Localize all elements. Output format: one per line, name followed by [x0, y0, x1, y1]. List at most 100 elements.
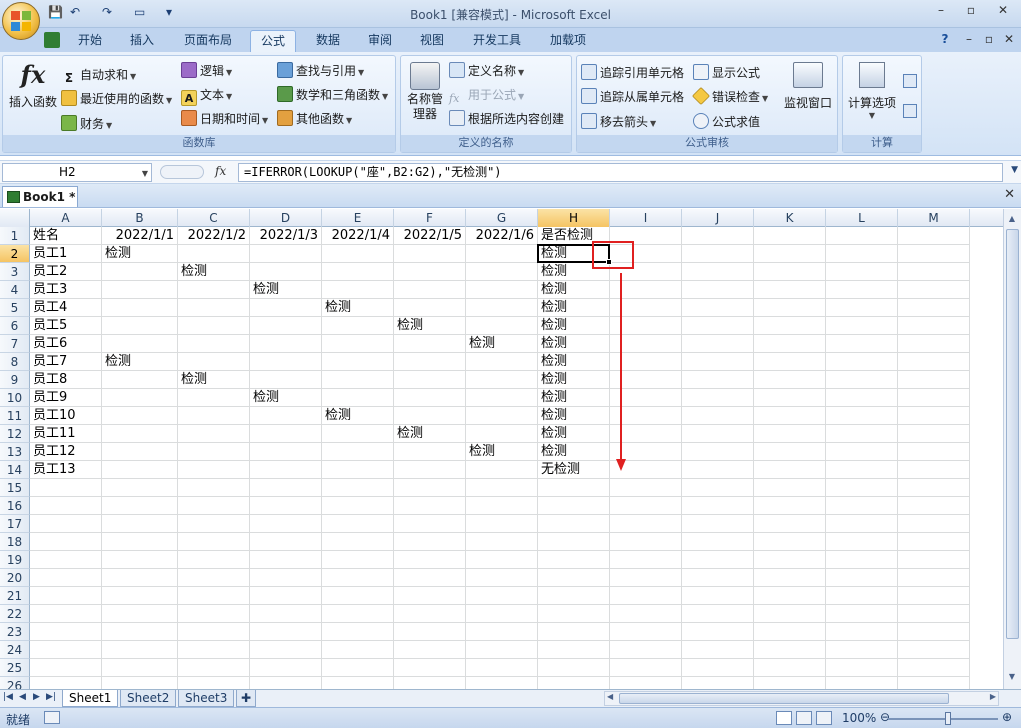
remove-arrows-button[interactable]: 移去箭头 ▼ — [581, 113, 656, 130]
title-bar: 💾 ↶ ↷ ▭ ▾ Book1 [兼容模式] - Microsoft Excel… — [0, 0, 1021, 28]
logical-button[interactable]: 逻辑 ▼ — [181, 62, 232, 79]
show-formulas-button[interactable]: 显示公式 — [693, 64, 760, 81]
first-sheet-icon[interactable]: |◀ — [3, 692, 13, 702]
workbook-tab-bar: Book1 * ✕ — [0, 184, 1021, 208]
scroll-up-icon[interactable]: ▲ — [1004, 211, 1020, 227]
status-bar: 就绪 100% ⊖ ⊕ — [0, 707, 1021, 728]
scroll-right-icon[interactable]: ▶ — [990, 692, 996, 701]
ribbon-close-button[interactable]: ✕ — [996, 32, 1021, 50]
tab-insert[interactable]: 插入 — [120, 30, 164, 52]
status-ready: 就绪 — [6, 713, 31, 727]
expand-formula-bar-icon[interactable]: ▼ — [1011, 165, 1018, 175]
formula-bar-expand-handle[interactable] — [160, 165, 204, 179]
page-break-view-icon[interactable] — [816, 711, 832, 725]
trace-dependents-icon — [581, 88, 597, 104]
math-icon — [277, 86, 293, 102]
trace-precedents-button[interactable]: 追踪引用单元格 — [581, 64, 684, 81]
tab-data[interactable]: 数据 — [306, 30, 350, 52]
lookup-label: 查找与引用 — [296, 64, 357, 78]
sheet-tab-sheet2[interactable]: Sheet2 — [120, 690, 177, 707]
prev-sheet-icon[interactable]: ◀ — [19, 692, 26, 702]
sheet-tab-sheet1[interactable]: Sheet1 — [62, 690, 119, 707]
zoom-level[interactable]: 100% — [842, 711, 876, 725]
zoom-in-icon[interactable]: ⊕ — [1002, 710, 1012, 724]
calc-options-button[interactable]: 计算选项 ▼ — [845, 62, 899, 120]
restore-button[interactable]: ▫ — [958, 3, 984, 21]
autosum-button[interactable]: Σ 自动求和 ▼ — [61, 66, 136, 86]
horizontal-scrollbar[interactable]: ◀ ▶ — [604, 691, 999, 706]
lookup-button[interactable]: 查找与引用 ▼ — [277, 62, 364, 79]
recent-functions-button[interactable]: 最近使用的函数 ▼ — [61, 90, 172, 107]
create-from-selection-icon — [449, 110, 465, 126]
create-from-selection-button[interactable]: 根据所选内容创建 — [449, 110, 564, 127]
remove-arrows-label: 移去箭头 — [600, 115, 649, 129]
trace-dependents-button[interactable]: 追踪从属单元格 — [581, 88, 684, 105]
horizontal-scroll-thumb[interactable] — [619, 693, 949, 704]
close-workbook-icon[interactable]: ✕ — [1004, 187, 1015, 202]
group-label-function-library: 函数库 — [3, 135, 395, 152]
worksheet-grid[interactable]: ABCDEFGHIJKLM 1 姓名 2022/1/1 2022/1/2 2022/1/… — [0, 209, 1003, 689]
tab-formulas[interactable]: 公式 — [250, 30, 296, 52]
workbook-tab[interactable]: Book1 * — [2, 186, 78, 207]
show-formulas-label: 显示公式 — [712, 66, 761, 80]
evaluate-formula-button[interactable]: 公式求值 — [693, 113, 760, 130]
tab-addins[interactable]: 加载项 — [540, 30, 596, 52]
macro-record-icon[interactable] — [44, 711, 60, 724]
excel-window: 💾 ↶ ↷ ▭ ▾ Book1 [兼容模式] - Microsoft Excel… — [0, 0, 1021, 728]
other-functions-button[interactable]: 其他函数 ▼ — [277, 110, 352, 127]
logical-label: 逻辑 — [200, 64, 225, 78]
use-in-formula-button[interactable]: fx 用于公式 ▼ — [449, 86, 524, 108]
annotation-arrow — [616, 273, 626, 471]
math-button[interactable]: 数学和三角函数 ▼ — [277, 86, 388, 103]
define-name-button[interactable]: 定义名称 ▼ — [449, 62, 524, 79]
tab-home[interactable]: 开始 — [68, 30, 112, 52]
evaluate-formula-icon — [693, 113, 709, 129]
vertical-scroll-thumb[interactable] — [1006, 229, 1019, 639]
insert-function-fx-icon[interactable]: fx — [215, 164, 226, 178]
name-box[interactable]: H2 ▼ — [2, 163, 152, 182]
insert-function-button[interactable]: fx 插入函数 — [9, 60, 57, 110]
financial-button[interactable]: 财务 ▼ — [61, 115, 112, 132]
text-button[interactable]: A 文本 ▼ — [181, 86, 232, 106]
vertical-scrollbar[interactable]: ▲ ▼ — [1003, 209, 1021, 689]
tab-page-layout[interactable]: 页面布局 — [178, 30, 238, 52]
formula-bar: H2 ▼ fx =IFERROR(LOOKUP("座",B2:G2),"无检测")… — [0, 160, 1021, 184]
group-formula-auditing: 追踪引用单元格 追踪从属单元格 移去箭头 ▼ 显示公式 错误检查 ▼ 公式求值 监视… — [576, 55, 838, 153]
help-icon[interactable]: ? — [932, 32, 958, 50]
zoom-slider-knob[interactable] — [945, 712, 951, 725]
chevron-down-icon[interactable]: ▼ — [142, 165, 148, 182]
tab-review[interactable]: 审阅 — [358, 30, 402, 52]
formula-input[interactable]: =IFERROR(LOOKUP("座",B2:G2),"无检测") — [238, 163, 1003, 182]
calculate-now-icon[interactable] — [903, 74, 917, 88]
sheet-tab-sheet3[interactable]: Sheet3 — [178, 690, 235, 707]
insert-sheet-icon[interactable]: ✚ — [236, 690, 257, 707]
lookup-icon — [277, 62, 293, 78]
name-manager-button[interactable]: 名称管理器 — [405, 62, 445, 122]
watch-window-icon — [793, 62, 823, 88]
group-label-calculation: 计算 — [843, 135, 921, 152]
logical-icon — [181, 62, 197, 78]
zoom-out-icon[interactable]: ⊖ — [880, 710, 890, 724]
zoom-slider[interactable] — [888, 718, 998, 720]
tab-view[interactable]: 视图 — [410, 30, 454, 52]
define-name-label: 定义名称 — [468, 64, 517, 78]
office-button[interactable] — [2, 2, 40, 40]
financial-label: 财务 — [80, 117, 105, 131]
scroll-left-icon[interactable]: ◀ — [607, 692, 613, 701]
error-checking-button[interactable]: 错误检查 ▼ — [691, 86, 768, 106]
page-layout-view-icon[interactable] — [796, 711, 812, 725]
scroll-down-icon[interactable]: ▼ — [1004, 669, 1020, 685]
close-button[interactable]: ✕ — [990, 3, 1016, 21]
trace-precedents-icon — [581, 64, 597, 80]
ribbon: fx 插入函数 Σ 自动求和 ▼ 最近使用的函数 ▼ 财务 ▼ 逻辑 ▼ A 文本 ▼ 日期和… — [0, 52, 1021, 156]
minimize-button[interactable]: – — [928, 3, 954, 21]
last-sheet-icon[interactable]: ▶| — [46, 692, 56, 702]
next-sheet-icon[interactable]: ▶ — [33, 692, 40, 702]
normal-view-icon[interactable] — [776, 711, 792, 725]
watch-window-button[interactable]: 监视窗口 — [781, 62, 835, 111]
datetime-button[interactable]: 日期和时间 ▼ — [181, 110, 268, 127]
name-manager-label: 名称管理器 — [406, 92, 443, 121]
tab-developer[interactable]: 开发工具 — [466, 30, 528, 52]
calculate-sheet-icon[interactable] — [903, 104, 917, 118]
text-icon: A — [181, 90, 197, 106]
